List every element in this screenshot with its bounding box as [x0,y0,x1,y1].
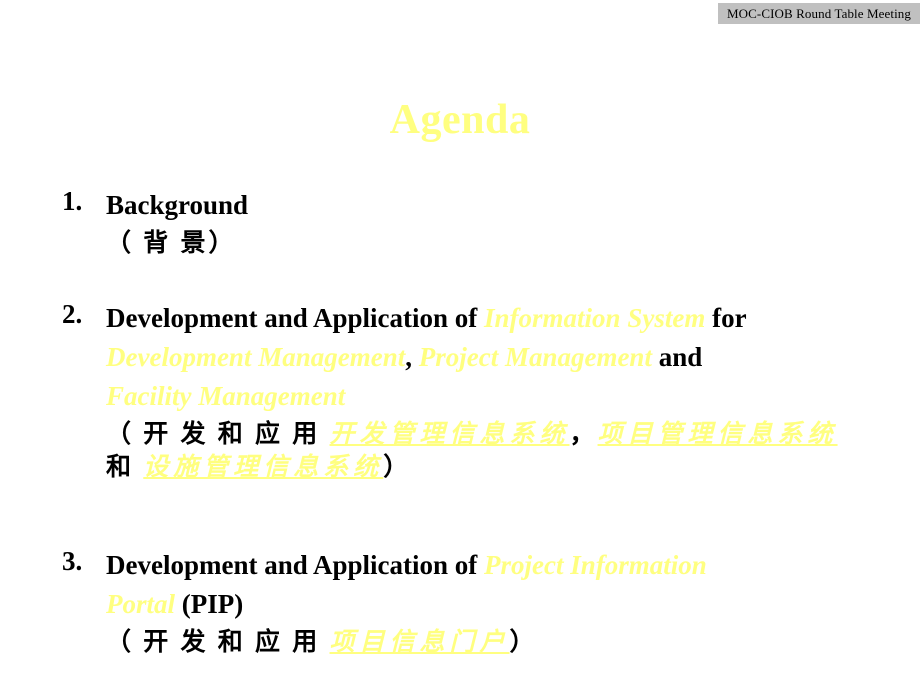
highlighted-text: Facility Management [106,381,346,411]
agenda-item-1: 1. Background （ 背 景） [62,186,920,260]
header-banner-text: MOC-CIOB Round Table Meeting [727,5,911,21]
agenda-item-body: Development and Application of Informati… [106,299,920,484]
text-run: 和 [106,454,144,481]
highlighted-text: Information System [484,303,706,333]
agenda-item-number: 1. [62,186,83,216]
text-run: ） [383,454,412,481]
agenda-item-2: 2. Development and Application of Informa… [62,299,920,484]
agenda-item-translation: （ 背 景） [106,227,920,260]
text-run: （ 开 发 和 应 用 [106,421,330,448]
text-run: and [651,342,703,372]
text-run: ， [569,421,598,448]
highlighted-underlined-text: 项目信息门户 [329,629,510,656]
agenda-list: 1. Background （ 背 景） 2. Development and Appl… [62,186,920,659]
text-run: (PIP) [175,589,244,619]
agenda-item-number: 2. [62,299,83,329]
text-run: ） [509,629,538,656]
text-run: for [705,303,747,333]
agenda-item-body: Background （ 背 景） [106,186,920,260]
text-run: Development and Application of [106,303,485,333]
highlighted-underlined-text: 开发管理信息系统 [329,421,570,448]
text-run: （ 背 景） [106,230,237,257]
text-run: Background [106,190,249,220]
agenda-item-body: Development and Application of Project I… [106,546,920,659]
highlighted-text: Development Management [106,342,406,372]
highlighted-text: Project Management [418,342,652,372]
agenda-item-translation: （ 开 发 和 应 用 开发管理信息系统，项目管理信息系统和 设施管理信息系统） [106,418,920,484]
agenda-item-3: 3. Development and Application of Project… [62,546,920,659]
header-banner: MOC-CIOB Round Table Meeting [718,3,920,24]
highlighted-underlined-text: 项目管理信息系统 [597,421,838,448]
agenda-item-number: 3. [62,546,83,576]
text-run: Development and Application of [106,550,485,580]
highlighted-underlined-text: 设施管理信息系统 [143,454,384,481]
text-run: （ 开 发 和 应 用 [106,629,330,656]
highlighted-text: Project Information [484,550,707,580]
highlighted-text: Portal [106,589,176,619]
agenda-item-translation: （ 开 发 和 应 用 项目信息门户） [106,626,920,659]
text-run: , [405,342,419,372]
page-title: Agenda [389,97,531,143]
